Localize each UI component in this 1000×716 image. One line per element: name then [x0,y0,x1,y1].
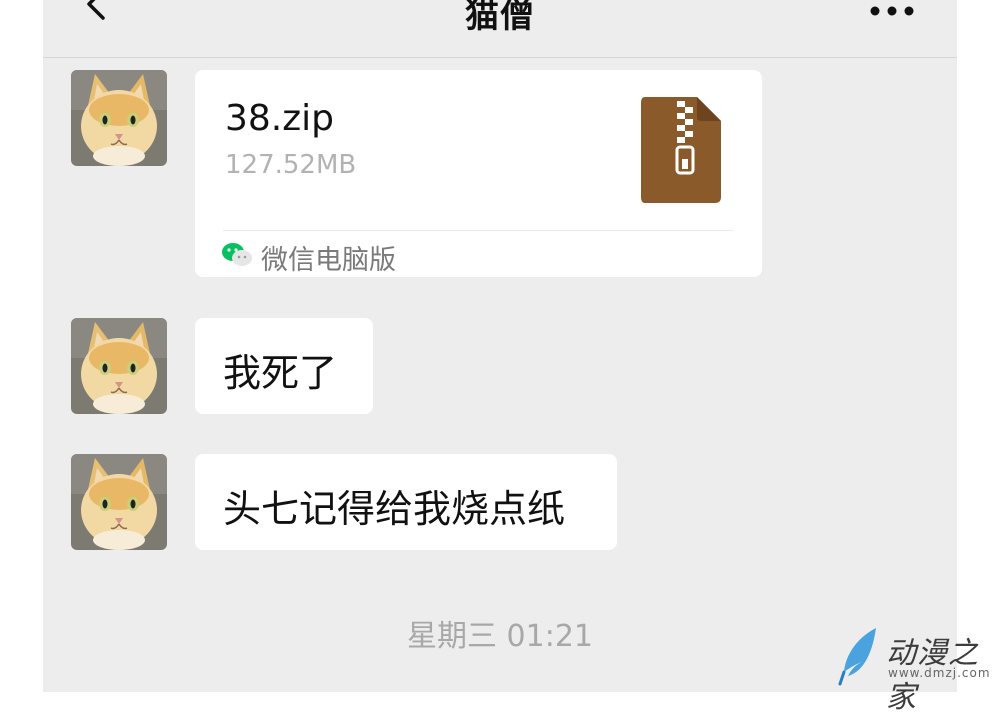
avatar[interactable] [71,318,167,414]
more-button[interactable] [869,2,915,16]
site-watermark: 动漫之家 www.dmzj.com [838,624,998,715]
chat-timestamp: 星期三 01:21 [407,619,593,654]
message-text: 我死了 [223,351,338,395]
avatar[interactable] [71,70,167,166]
file-source-label: 微信电脑版 [261,245,396,276]
file-size: 127.52MB [225,150,357,180]
cat-avatar-icon [71,70,167,166]
file-divider [223,230,734,231]
avatar[interactable] [71,454,167,550]
chat-header: 猫僧 [43,0,957,58]
watermark-url: www.dmzj.com [888,666,991,680]
chat-screen: 猫僧 38.zip 127.52MB 微信电脑版 我死了 头七记得给我烧点纸 星… [43,0,957,692]
text-message-bubble[interactable]: 我死了 [195,318,373,414]
feather-logo-icon [838,628,876,686]
zip-archive-icon [641,97,721,203]
cat-avatar-icon [71,454,167,550]
file-name: 38.zip [225,98,335,139]
more-dots-icon [870,6,914,16]
wechat-logo-icon [221,242,253,268]
chat-title: 猫僧 [465,0,535,36]
text-message-bubble[interactable]: 头七记得给我烧点纸 [195,454,617,550]
cat-avatar-icon [71,318,167,414]
message-text: 头七记得给我烧点纸 [223,487,566,531]
file-message-bubble[interactable]: 38.zip 127.52MB 微信电脑版 [195,70,762,277]
